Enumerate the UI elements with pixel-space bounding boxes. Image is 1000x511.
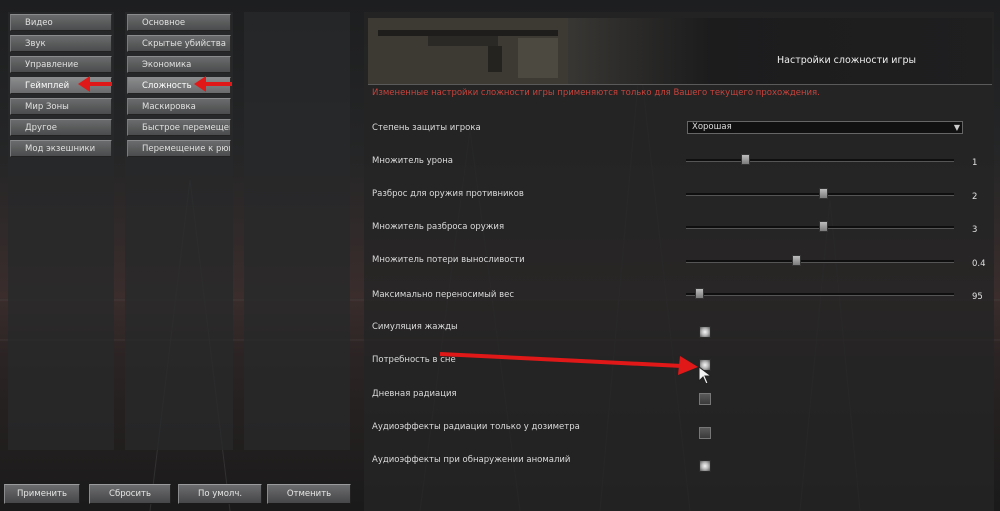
max-weight-slider[interactable] xyxy=(686,288,954,299)
sleep-checkbox[interactable] xyxy=(699,359,711,371)
dropdown-arrow-icon: ▼ xyxy=(953,123,960,132)
submenu-item-disguise[interactable]: Маскировка xyxy=(127,98,231,115)
main-category-menu: Видео Звук Управление Геймплей Мир Зоны … xyxy=(8,12,114,450)
enemy-spread-label: Разброс для оружия противников xyxy=(372,189,524,199)
max-weight-label: Максимально переносимый вес xyxy=(372,290,515,300)
submenu-item-backpack-travel[interactable]: Перемещение к рюкзаку xyxy=(127,140,231,157)
slider-thumb[interactable] xyxy=(791,255,801,266)
anomaly-audio-checkbox[interactable] xyxy=(699,460,711,472)
submenu-item-difficulty[interactable]: Сложность xyxy=(127,77,231,94)
menu-item-gameplay[interactable]: Геймплей xyxy=(10,77,112,94)
panel-title: Настройки сложности игры xyxy=(777,55,917,66)
slider-thumb[interactable] xyxy=(695,288,705,299)
apply-button[interactable]: Применить xyxy=(4,484,80,504)
gameplay-submenu: Основное Скрытые убийства Экономика Слож… xyxy=(125,12,233,450)
menu-item-controls[interactable]: Управление xyxy=(10,56,112,73)
slider-thumb[interactable] xyxy=(818,188,828,199)
panel-header-banner: Настройки сложности игры xyxy=(368,18,992,85)
cancel-button[interactable]: Отменить xyxy=(267,484,351,504)
weapon-spread-label: Множитель разброса оружия xyxy=(372,222,505,232)
stamina-loss-value: 0.4 xyxy=(972,259,986,269)
stamina-loss-slider[interactable] xyxy=(686,255,954,266)
menu-item-video[interactable]: Видео xyxy=(10,14,112,31)
stamina-loss-label: Множитель потери выносливости xyxy=(372,255,525,265)
reset-button[interactable]: Сбросить xyxy=(89,484,171,504)
slider-thumb[interactable] xyxy=(740,154,750,165)
menu-item-mod-executables[interactable]: Мод экзешники xyxy=(10,140,112,157)
submenu-item-economy[interactable]: Экономика xyxy=(127,56,231,73)
defaults-button[interactable]: По умолч. xyxy=(178,484,262,504)
daytime-radiation-checkbox[interactable] xyxy=(699,393,711,405)
difficulty-settings-panel: Настройки сложности игры Измененные наст… xyxy=(364,12,994,511)
slider-thumb[interactable] xyxy=(818,221,828,232)
damage-multiplier-value: 1 xyxy=(972,158,978,168)
weapon-spread-value: 3 xyxy=(972,225,978,235)
empty-submenu-column xyxy=(244,12,350,450)
menu-item-sound[interactable]: Звук xyxy=(10,35,112,52)
protection-select[interactable]: Хорошая ▼ xyxy=(687,121,963,134)
difficulty-notice: Измененные настройки сложности игры прим… xyxy=(372,88,820,98)
weapon-banner-image xyxy=(368,18,568,84)
thirst-label: Симуляция жажды xyxy=(372,322,458,332)
submenu-item-fast-travel[interactable]: Быстрое перемещение xyxy=(127,119,231,136)
max-weight-value: 95 xyxy=(972,292,983,302)
sleep-label: Потребность в сне xyxy=(372,355,456,365)
damage-multiplier-slider[interactable] xyxy=(686,154,954,165)
daytime-radiation-label: Дневная радиация xyxy=(372,389,457,399)
dosimeter-audio-checkbox[interactable] xyxy=(699,427,711,439)
damage-multiplier-label: Множитель урона xyxy=(372,156,453,166)
protection-label: Степень защиты игрока xyxy=(372,123,481,133)
thirst-checkbox[interactable] xyxy=(699,326,711,338)
weapon-spread-slider[interactable] xyxy=(686,221,954,232)
submenu-item-stealth-kills[interactable]: Скрытые убийства xyxy=(127,35,231,52)
protection-select-value: Хорошая xyxy=(692,122,732,132)
menu-item-zone-world[interactable]: Мир Зоны xyxy=(10,98,112,115)
enemy-spread-value: 2 xyxy=(972,192,978,202)
anomaly-audio-label: Аудиоэффекты при обнаружении аномалий xyxy=(372,455,571,465)
enemy-spread-slider[interactable] xyxy=(686,188,954,199)
dosimeter-audio-label: Аудиоэффекты радиации только у дозиметра xyxy=(372,422,580,432)
menu-item-other[interactable]: Другое xyxy=(10,119,112,136)
submenu-item-basic[interactable]: Основное xyxy=(127,14,231,31)
